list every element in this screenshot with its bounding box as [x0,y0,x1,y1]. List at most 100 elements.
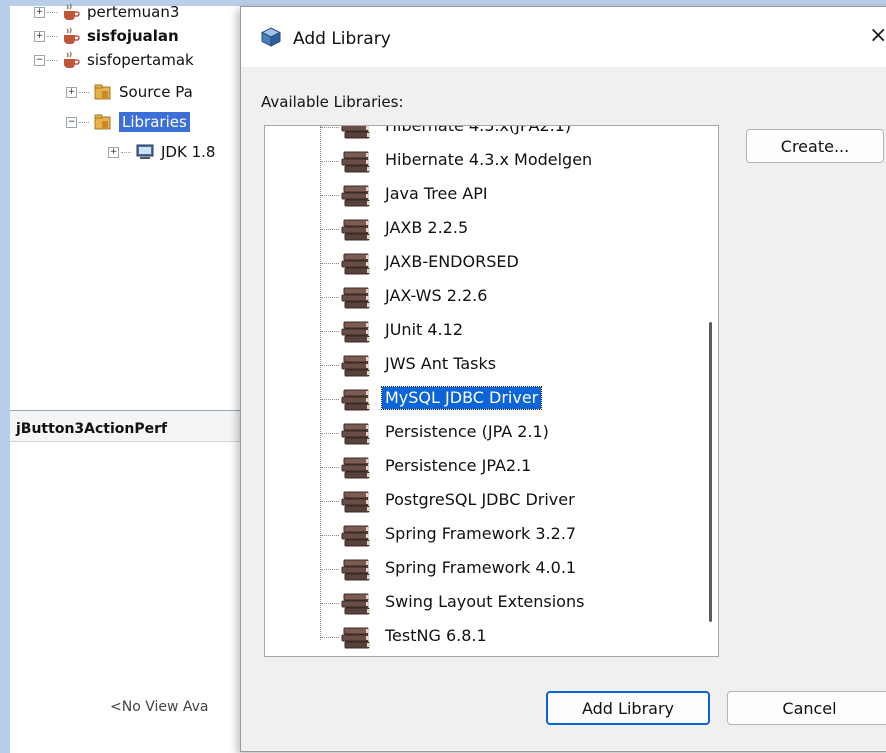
library-list-item[interactable]: TestNG 6.8.1 [265,620,718,654]
expand-icon[interactable]: + [34,6,45,18]
library-books-icon [341,559,370,581]
library-books-icon [341,355,370,377]
cancel-button[interactable]: Cancel [727,691,886,725]
library-cube-icon [261,27,281,47]
project-tree-label: Libraries [119,112,190,132]
project-tree-item[interactable]: + pertemuan3 [34,0,179,24]
library-books-icon [341,627,370,649]
library-name: TestNG 6.8.1 [385,626,487,645]
library-name: Spring Framework 3.2.7 [385,524,577,543]
project-tree-item[interactable]: − Libraries [66,110,190,134]
library-books-icon [341,219,370,241]
jdk-monitor-icon [136,144,154,159]
project-tree-label: sisfopertamak [87,51,194,69]
project-tree-item[interactable]: + sisfojualan [34,24,179,48]
expand-icon[interactable]: + [34,30,45,42]
project-tree-label: sisfojualan [87,27,179,45]
tree-connector [47,35,57,37]
tree-connector [321,501,339,502]
tree-connector [321,365,339,366]
coffee-cup-icon [64,3,80,20]
library-books-icon [341,525,370,547]
coffee-cup-icon [64,51,80,68]
project-tree-item[interactable]: − sisfopertamak [34,48,194,72]
create-button[interactable]: Create... [746,129,884,163]
tree-connector [47,11,57,13]
collapse-icon[interactable]: − [66,116,77,128]
available-libraries-label: Available Libraries: [261,93,404,111]
library-name: JAXB-ENDORSED [385,252,519,271]
library-list-item[interactable]: MySQL JDBC Driver [265,382,718,416]
project-tree-item[interactable]: + Source Pa [66,80,193,104]
tree-connector [121,151,131,153]
library-list-item[interactable]: Java Tree API [265,178,718,212]
navigator-panel: jButton3ActionPerf <No View Ava [10,410,250,753]
library-books-icon [341,457,370,479]
expand-icon[interactable]: + [66,86,77,98]
tree-connector [321,603,339,604]
list-scrollbar[interactable] [709,322,712,622]
tree-connector [321,263,339,264]
library-list-item[interactable]: Hibernate 4.3.x(JPA2.1) [265,125,718,144]
project-tree-label: Source Pa [119,83,193,101]
library-name: Spring Framework 4.0.1 [385,558,577,577]
library-list-item[interactable]: JAXB-ENDORSED [265,246,718,280]
expand-icon[interactable]: + [108,146,119,158]
library-name: JAXB 2.2.5 [385,218,469,237]
dialog-titlebar[interactable]: Add Library × [241,7,886,67]
tree-connector [321,467,339,468]
library-list-item[interactable]: JAX-WS 2.2.6 [265,280,718,314]
available-libraries-list[interactable]: Hibernate 4.3.x(JPA2.1) Hibernate 4.3.x M… [264,125,719,657]
tree-connector [47,59,57,61]
tree-connector [321,297,339,298]
library-name: JUnit 4.12 [385,320,463,339]
library-name: Hibernate 4.3.x(JPA2.1) [385,125,572,135]
close-button[interactable]: × [869,23,886,48]
project-tree-item[interactable]: + JDK 1.8 [108,140,215,164]
library-books-icon [341,126,370,139]
source-package-icon [94,84,111,100]
project-tree-label: JDK 1.8 [161,143,216,161]
library-name: JWS Ant Tasks [385,354,497,373]
library-name: Swing Layout Extensions [385,592,585,611]
library-list-item[interactable]: PostgreSQL JDBC Driver [265,484,718,518]
no-view-text: <No View Ava [110,699,209,715]
navigator-title: jButton3ActionPerf [10,411,250,442]
library-list-item[interactable]: Persistence JPA2.1 [265,450,718,484]
tree-connector [321,399,339,400]
library-name: Persistence JPA2.1 [385,456,532,475]
project-tree-label: pertemuan3 [87,3,180,21]
tree-connector [321,195,339,196]
library-books-icon [341,423,370,445]
tree-connector [321,637,339,638]
tree-connector [321,161,339,162]
library-list-item[interactable]: Swing Layout Extensions [265,586,718,620]
library-list-item[interactable]: JWS Ant Tasks [265,348,718,382]
library-books-icon [341,151,370,173]
library-list-item[interactable]: Persistence (JPA 2.1) [265,416,718,450]
tree-connector [321,331,339,332]
dialog-title: Add Library [293,29,391,49]
library-name: JAX-WS 2.2.6 [385,286,488,305]
library-books-icon [341,593,370,615]
library-list-item[interactable]: Spring Framework 3.2.7 [265,518,718,552]
library-list-item[interactable]: Hibernate 4.3.x Modelgen [265,144,718,178]
library-books-icon [341,185,370,207]
tree-connector [321,569,339,570]
add-library-button[interactable]: Add Library [546,691,710,725]
library-name: Persistence (JPA 2.1) [385,422,549,441]
projects-tree: + pertemuan3 + sisfojualan − sisfopertamak + So… [10,0,250,410]
collapse-icon[interactable]: − [34,54,45,66]
add-library-dialog: Add Library × Available Libraries: Hiber… [240,6,886,752]
libraries-folder-icon [94,114,111,130]
tree-connector [321,127,339,128]
library-books-icon [341,491,370,513]
library-name: Hibernate 4.3.x Modelgen [385,150,593,169]
library-name: PostgreSQL JDBC Driver [385,490,575,509]
library-list-item[interactable]: JUnit 4.12 [265,314,718,348]
library-list-item[interactable]: Spring Framework 4.0.1 [265,552,718,586]
library-name: Java Tree API [385,184,488,203]
library-list-item[interactable]: JAXB 2.2.5 [265,212,718,246]
library-books-icon [341,253,370,275]
coffee-cup-icon [64,27,80,44]
